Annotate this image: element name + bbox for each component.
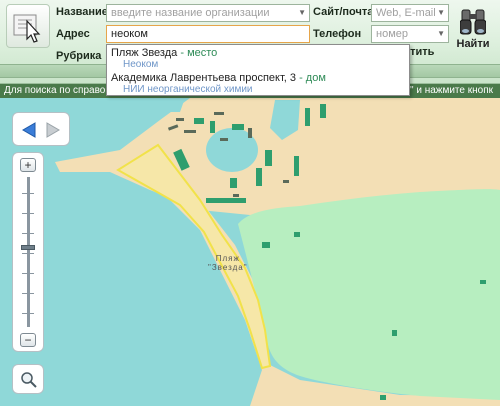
phone-label: Телефон	[313, 28, 362, 40]
magnifier-icon	[21, 372, 37, 388]
name-placeholder: введите название организации	[111, 7, 270, 19]
zoom-track[interactable]	[27, 177, 30, 327]
zoom-tick	[22, 273, 34, 274]
name-field[interactable]: введите название организации ▼	[106, 4, 310, 22]
suggestion-separator: -	[177, 47, 188, 59]
arrow-right-icon[interactable]	[45, 121, 61, 139]
directory-logo-button[interactable]	[6, 4, 50, 48]
chevron-down-icon[interactable]: ▼	[298, 5, 306, 21]
suggestion-item[interactable]: Пляж Звезда - место	[111, 47, 217, 59]
suggestion-subtitle: Неоком	[123, 59, 159, 70]
phone-field[interactable]: номер ▼	[371, 25, 449, 43]
map-canvas[interactable]: Пляж "Звезда"	[0, 98, 500, 406]
name-label: Название	[56, 6, 108, 18]
binoculars-icon	[460, 9, 486, 35]
site-label: Сайт/почта	[313, 6, 374, 18]
hint-text-right: " и нажмите кнопк	[410, 85, 493, 96]
map-layer	[0, 98, 500, 406]
suggestion-separator: -	[296, 72, 306, 84]
phone-placeholder: номер	[376, 28, 408, 40]
zoom-tick	[22, 293, 34, 294]
rubric-label: Рубрика	[56, 50, 102, 62]
address-label: Адрес	[56, 28, 90, 40]
chevron-down-icon[interactable]: ▼	[437, 26, 445, 42]
map-place-label: Пляж "Звезда"	[208, 254, 248, 272]
suggestion-title: Пляж Звезда	[111, 47, 178, 59]
address-suggestions: Пляж Звезда - место Неоком Академика Лав…	[106, 44, 410, 96]
suggestion-type: дом	[305, 72, 326, 84]
address-field[interactable]: неоком	[106, 25, 310, 43]
zoom-tick	[22, 233, 34, 234]
map-place-label-line1: Пляж	[215, 254, 240, 263]
map-place-label-line2: "Звезда"	[208, 263, 248, 272]
minus-icon[interactable]: −	[20, 333, 36, 347]
zoom-tick	[22, 313, 34, 314]
zoom-control: + −	[12, 152, 44, 352]
find-button[interactable]: Найти	[450, 4, 496, 50]
plus-icon[interactable]: +	[20, 158, 36, 172]
hint-text-left: Для поиска по справо	[4, 85, 106, 96]
zoom-tick	[22, 213, 34, 214]
find-label: Найти	[456, 38, 490, 50]
directory-pointer-icon	[13, 14, 41, 43]
zoom-tick	[22, 193, 34, 194]
zoom-slider-thumb[interactable]	[21, 245, 35, 250]
history-navigation	[12, 112, 70, 146]
site-field[interactable]: Web, E-mail ▼	[371, 4, 449, 22]
loupe-button[interactable]	[12, 364, 44, 394]
zoom-tick	[22, 253, 34, 254]
suggestion-item[interactable]: Академика Лаврентьева проспект, 3 - дом	[111, 72, 326, 84]
address-value: неоком	[111, 28, 148, 40]
suggestion-subtitle: НИИ неорганической химии	[123, 84, 253, 95]
chevron-down-icon[interactable]: ▼	[437, 5, 445, 21]
suggestion-title: Академика Лаврентьева проспект, 3	[111, 72, 297, 84]
suggestion-type: место	[187, 47, 218, 59]
site-placeholder: Web, E-mail	[376, 7, 436, 19]
arrow-left-icon[interactable]	[21, 121, 37, 139]
